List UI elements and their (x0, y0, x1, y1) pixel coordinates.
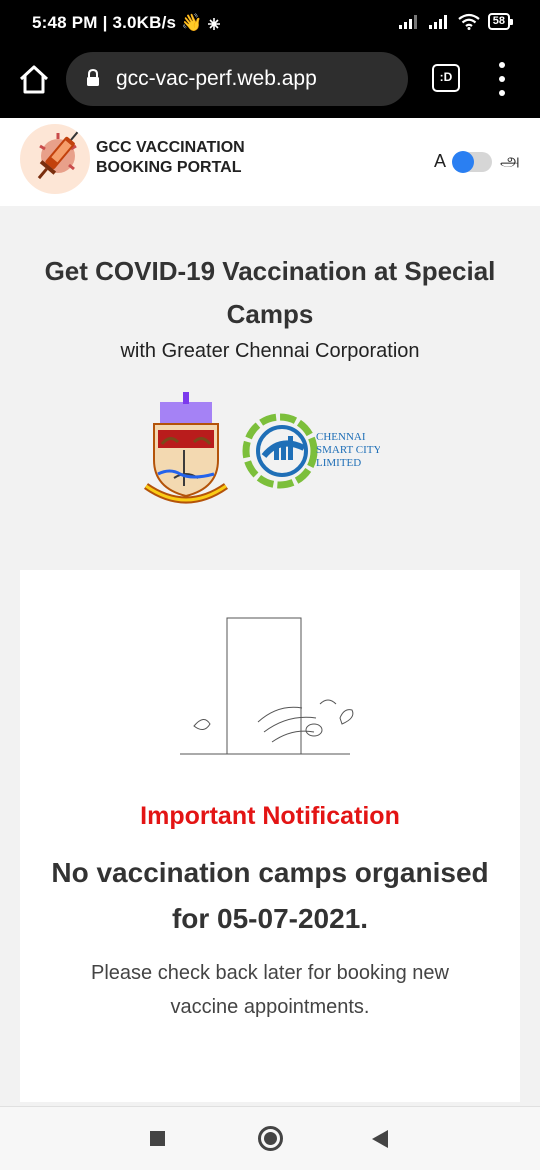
brand-title: GCC VACCINATION BOOKING PORTAL (96, 138, 296, 178)
home-icon[interactable] (16, 62, 52, 98)
signal-icon (428, 14, 447, 29)
notification-label: Important Notification (140, 802, 400, 830)
page-title: Get COVID-19 Vaccination at Special Camp… (44, 256, 496, 329)
empty-door-illustration-icon (180, 617, 354, 755)
url-text: gcc-vac-perf.web.app (116, 67, 317, 90)
page-subtitle: with Greater Chennai Corporation (120, 340, 420, 362)
more-vert-icon[interactable] (490, 62, 514, 96)
tabs-icon[interactable]: :D (432, 64, 460, 92)
back-icon[interactable] (372, 1130, 388, 1148)
chennai-smart-city-logo: CHENNAI SMART CITY LIMITED (242, 413, 380, 489)
status-time-text: 5:48 PM | 3.0KB/s (32, 13, 177, 32)
switch-knob (451, 150, 474, 173)
csc-line-2: SMART CITY (316, 444, 380, 456)
battery-level: 58 (492, 15, 505, 27)
recent-apps-icon[interactable] (150, 1131, 165, 1146)
status-time: 5:48 PM | 3.0KB/s 👋 (32, 13, 221, 33)
brand-line-2: BOOKING PORTAL (96, 159, 242, 176)
system-nav-bar (0, 1106, 540, 1170)
csc-line-3: LIMITED (316, 457, 361, 469)
notice-card: Important Notification No vaccination ca… (20, 570, 520, 1102)
notification-headline: No vaccination camps organised for 05-07… (51, 857, 489, 934)
sparkle-icon (208, 17, 221, 30)
lock-icon (87, 69, 99, 86)
wifi-icon (458, 13, 480, 30)
gcc-emblem-icon (143, 392, 229, 504)
status-bar: 5:48 PM | 3.0KB/s 👋 58 (0, 0, 540, 48)
brand-line-1: GCC VACCINATION (96, 139, 245, 156)
tab-count: :D (439, 70, 453, 84)
battery-icon: 58 (487, 13, 514, 30)
browser-toolbar: gcc-vac-perf.web.app :D (0, 48, 540, 118)
lang-english-label: A (433, 151, 446, 171)
language-switch[interactable] (451, 150, 492, 173)
notification-description: Please check back later for booking new … (91, 962, 449, 1018)
lang-tamil-label: அ (499, 150, 520, 170)
csc-line-1: CHENNAI (316, 431, 366, 443)
vaccine-logo-icon (20, 124, 90, 194)
address-bar[interactable]: gcc-vac-perf.web.app (66, 52, 408, 106)
site-header: GCC VACCINATION BOOKING PORTAL A அ (0, 118, 540, 206)
signal-icon (398, 14, 417, 29)
wave-icon: 👋 (181, 13, 203, 32)
home-circle-icon[interactable] (258, 1126, 283, 1151)
language-toggle: A அ (434, 150, 520, 173)
